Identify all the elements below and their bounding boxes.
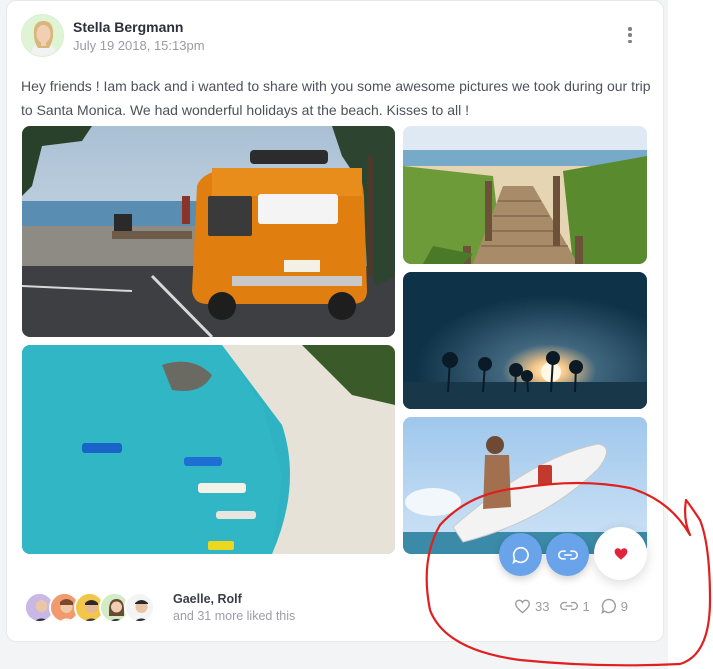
link-icon — [560, 601, 579, 611]
likes-count[interactable]: 33 — [514, 599, 549, 614]
comments-count[interactable]: 9 — [601, 598, 628, 614]
author-avatar[interactable] — [21, 14, 64, 57]
page: Stella Bergmann July 19 2018, 15:13pm He… — [0, 0, 713, 669]
comment-button[interactable] — [499, 533, 542, 576]
liked-names[interactable]: Gaelle, Rolf — [173, 592, 242, 606]
heart-icon — [614, 547, 627, 560]
shares-count[interactable]: 1 — [560, 598, 590, 614]
like-button[interactable] — [594, 527, 647, 580]
liked-more[interactable]: and 31 more liked this — [173, 609, 295, 623]
comments-value: 9 — [620, 598, 628, 614]
more-vertical-icon[interactable] — [620, 24, 640, 46]
post-date: July 19 2018, 15:13pm — [73, 38, 205, 53]
heart-icon — [514, 599, 531, 614]
author-name[interactable]: Stella Bergmann — [73, 19, 183, 35]
comment-icon — [601, 598, 616, 614]
link-icon — [557, 549, 578, 560]
share-link-button[interactable] — [546, 533, 589, 576]
photo-boardwalk[interactable] — [403, 126, 647, 264]
comment-icon — [511, 546, 529, 564]
avatar[interactable] — [124, 592, 155, 623]
photo-lagoon[interactable] — [22, 345, 395, 554]
likers-avatars[interactable] — [24, 592, 164, 624]
photo-van[interactable] — [22, 126, 395, 337]
post-stats: 33 1 9 — [514, 598, 628, 614]
likes-value: 33 — [535, 598, 550, 614]
photo-sunset[interactable] — [403, 272, 647, 409]
background-strip — [668, 0, 713, 669]
shares-value: 1 — [582, 598, 590, 614]
post-text: Hey friends ! Iam back and i wanted to s… — [21, 78, 651, 118]
